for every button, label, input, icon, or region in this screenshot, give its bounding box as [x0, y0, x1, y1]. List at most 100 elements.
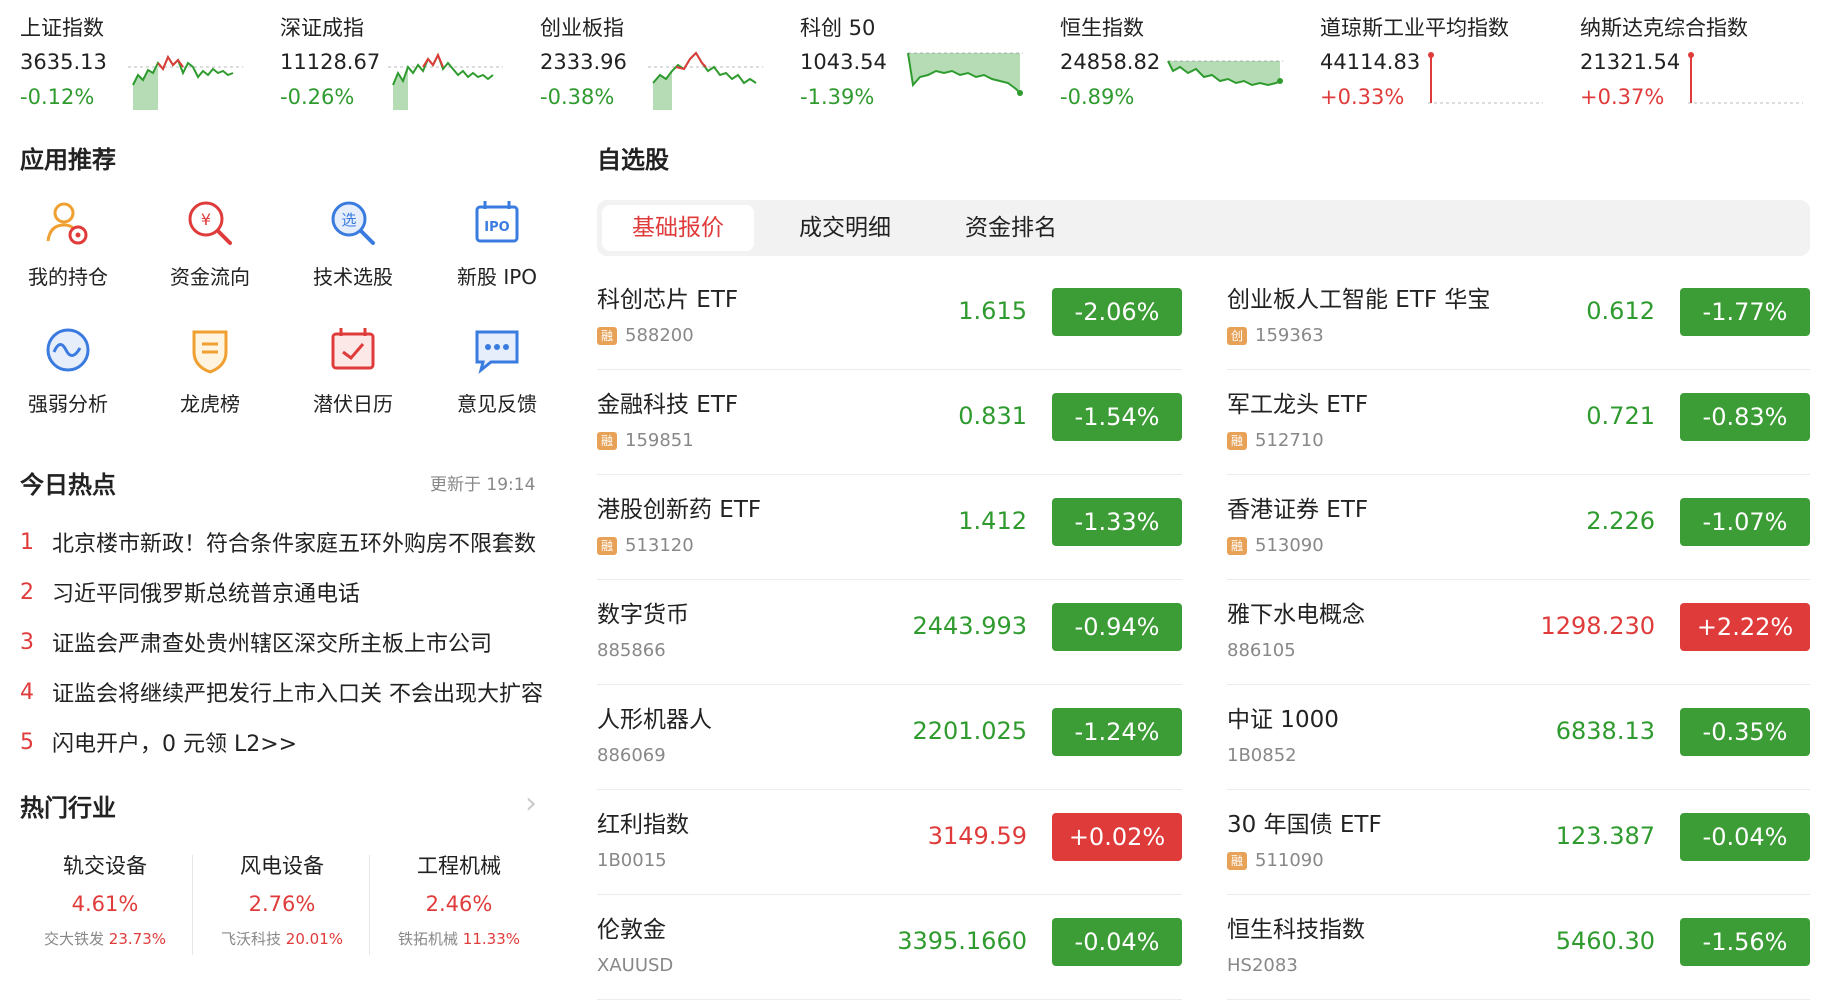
stock-code-line: XAUUSD	[597, 955, 673, 976]
stock-row[interactable]: 中证 1000 1B0852 6838.13 -0.35%	[1227, 685, 1810, 790]
app-label: 意见反馈	[457, 392, 537, 416]
stock-change-badge[interactable]: -0.04%	[1052, 918, 1182, 966]
stock-change-badge[interactable]: -1.56%	[1680, 918, 1810, 966]
stock-code: 513120	[625, 535, 694, 556]
app-fund-flow[interactable]: ¥ 资金流向	[145, 195, 275, 290]
stock-name: 伦敦金	[597, 917, 666, 943]
news-item[interactable]: 5 闪电开户，0 元领 L2>>	[20, 722, 550, 762]
stock-row[interactable]: 恒生科技指数 HS2083 5460.30 -1.56%	[1227, 895, 1810, 1000]
app-strength[interactable]: 强弱分析	[3, 322, 133, 417]
stock-row[interactable]: 金融科技 ETF 融 159851 0.831 -1.54%	[597, 370, 1182, 475]
news-item[interactable]: 4 证监会将继续严把发行上市入口关 不会出现大扩容	[20, 672, 550, 712]
index-value: 11128.67	[280, 50, 381, 74]
stock-change-badge[interactable]: -0.04%	[1680, 813, 1810, 861]
index-change: +0.33%	[1320, 85, 1405, 109]
stock-code: 588200	[625, 325, 694, 346]
stock-row[interactable]: 军工龙头 ETF 融 512710 0.721 -0.83%	[1227, 370, 1810, 475]
stock-change-badge[interactable]: -0.94%	[1052, 603, 1182, 651]
app-label: 技术选股	[313, 265, 393, 289]
shield-badge-icon	[192, 330, 228, 374]
stock-row[interactable]: 创业板人工智能 ETF 华宝创 159363 0.612 -1.77%	[1227, 265, 1810, 370]
stock-change-badge[interactable]: -1.77%	[1680, 288, 1810, 336]
stock-name: 创业板人工智能 ETF 华宝	[1227, 287, 1491, 313]
index-value: 44114.83	[1320, 50, 1421, 74]
stock-code-line: 886105	[1227, 640, 1296, 661]
index-name: 上证指数	[20, 16, 104, 40]
apps-title: 应用推荐	[20, 146, 116, 174]
app-feedback[interactable]: 意见反馈	[432, 322, 562, 417]
stock-row[interactable]: 30 年国债 ETF 融 511090 123.387 -0.04%	[1227, 790, 1810, 895]
index-card-dji[interactable]: 道琼斯工业平均指数 44114.83 +0.33%	[1320, 0, 1575, 115]
app-dragon-tiger[interactable]: 龙虎榜	[145, 322, 275, 417]
margin-badge: 创	[1227, 326, 1247, 345]
stock-change-badge[interactable]: -0.35%	[1680, 708, 1810, 756]
tab-trade-detail[interactable]: 成交明细	[769, 205, 921, 251]
stock-code-line: 885866	[597, 640, 666, 661]
news-rank: 2	[20, 579, 34, 605]
app-label: 龙虎榜	[180, 392, 240, 416]
news-item[interactable]: 3 证监会严肃查处贵州辖区深交所主板上市公司	[20, 622, 550, 662]
stock-row[interactable]: 伦敦金 XAUUSD 3395.1660 -0.04%	[597, 895, 1182, 1000]
index-change: -0.12%	[20, 85, 95, 109]
stock-price: 6838.13	[1555, 717, 1655, 745]
index-card-ixic[interactable]: 纳斯达克综合指数 21321.54 +0.37%	[1580, 0, 1822, 115]
index-card-kc50[interactable]: 科创 50 1043.54 -1.39%	[800, 0, 1055, 115]
margin-badge: 融	[597, 326, 617, 345]
tab-basic-quote[interactable]: 基础报价	[602, 205, 754, 251]
index-card-cyb[interactable]: 创业板指 2333.96 -0.38%	[540, 0, 795, 115]
svg-text:选: 选	[341, 211, 356, 229]
industry-title: 热门行业	[20, 794, 116, 822]
index-card-sh[interactable]: 上证指数 3635.13 -0.12%	[20, 0, 275, 115]
stock-row[interactable]: 红利指数 1B0015 3149.59 +0.02%	[597, 790, 1182, 895]
stock-row[interactable]: 雅下水电概念 886105 1298.230 +2.22%	[1227, 580, 1810, 685]
news-item[interactable]: 1 北京楼市新政！符合条件家庭五环外购房不限套数	[20, 522, 550, 562]
app-calendar[interactable]: 潜伏日历	[288, 322, 418, 417]
stock-name: 红利指数	[597, 812, 689, 838]
stock-row[interactable]: 科创芯片 ETF 融 588200 1.615 -2.06%	[597, 265, 1182, 370]
stock-code-line: 融 512710	[1227, 430, 1324, 451]
stock-code-line: HS2083	[1227, 955, 1298, 976]
stock-row[interactable]: 人形机器人 886069 2201.025 -1.24%	[597, 685, 1182, 790]
margin-badge: 融	[1227, 431, 1247, 450]
index-name: 纳斯达克综合指数	[1580, 16, 1748, 40]
svg-text:¥: ¥	[201, 210, 211, 229]
stock-change-badge[interactable]: +0.02%	[1052, 813, 1182, 861]
stock-row[interactable]: 数字货币 885866 2443.993 -0.94%	[597, 580, 1182, 685]
stock-name: 港股创新药 ETF	[597, 497, 762, 523]
stock-code-line: 1B0852	[1227, 745, 1297, 766]
stock-change-badge[interactable]: -0.83%	[1680, 393, 1810, 441]
industry-item[interactable]: 风电设备 2.76% 飞沃科技 20.01%	[197, 850, 367, 949]
index-card-hsi[interactable]: 恒生指数 24858.82 -0.89%	[1060, 0, 1315, 115]
app-tech-pick[interactable]: 选 技术选股	[288, 195, 418, 290]
app-ipo[interactable]: IPO 新股 IPO	[432, 195, 562, 290]
stock-row[interactable]: 港股创新药 ETF 融 513120 1.412 -1.33%	[597, 475, 1182, 580]
stock-change-badge[interactable]: -1.07%	[1680, 498, 1810, 546]
chevron-right-icon[interactable]: ›	[525, 786, 537, 821]
index-card-sz[interactable]: 深证成指 11128.67 -0.26%	[280, 0, 535, 115]
index-change: -1.39%	[800, 85, 875, 109]
stock-code: 886069	[597, 745, 666, 766]
industry-item[interactable]: 轨交设备 4.61% 交大铁发 23.73%	[20, 850, 190, 949]
stock-code: 512710	[1255, 430, 1324, 451]
stock-change-badge[interactable]: -1.54%	[1052, 393, 1182, 441]
industry-item[interactable]: 工程机械 2.46% 铁拓机械 11.33%	[374, 850, 544, 949]
index-sparkline	[1428, 52, 1543, 104]
index-name: 创业板指	[540, 16, 624, 40]
index-sparkline	[907, 52, 1023, 96]
stock-change-badge[interactable]: -2.06%	[1052, 288, 1182, 336]
margin-badge: 融	[597, 431, 617, 450]
news-item[interactable]: 2 习近平同俄罗斯总统普京通电话	[20, 572, 550, 612]
app-my-holdings[interactable]: 我的持仓	[3, 195, 133, 290]
stock-change-badge[interactable]: +2.22%	[1680, 603, 1810, 651]
stock-change-badge[interactable]: -1.24%	[1052, 708, 1182, 756]
leader-change: 23.73%	[108, 930, 166, 948]
stock-pick-icon: 选	[331, 201, 375, 245]
industry-leader: 飞沃科技 20.01%	[197, 928, 367, 949]
stock-name: 金融科技 ETF	[597, 392, 739, 418]
stock-row[interactable]: 香港证券 ETF 融 513090 2.226 -1.07%	[1227, 475, 1810, 580]
app-label: 强弱分析	[28, 392, 108, 416]
ipo-calendar-icon: IPO	[475, 201, 519, 243]
stock-change-badge[interactable]: -1.33%	[1052, 498, 1182, 546]
tab-fund-rank[interactable]: 资金排名	[935, 205, 1087, 251]
stock-name: 中证 1000	[1227, 707, 1339, 733]
